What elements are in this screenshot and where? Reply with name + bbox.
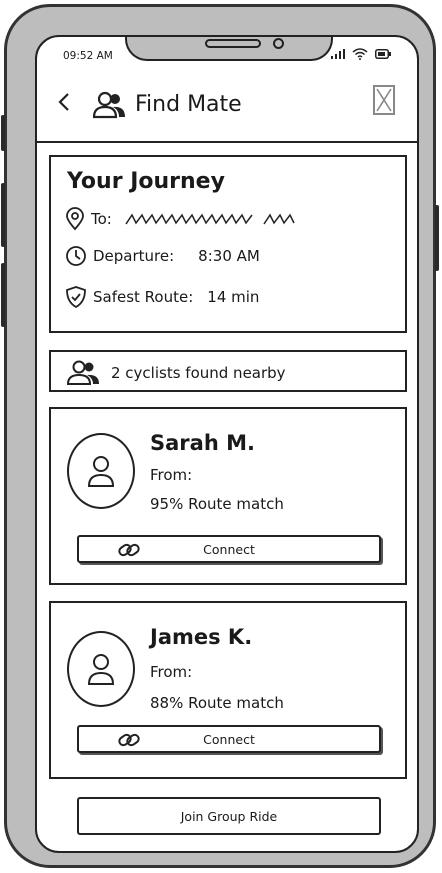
journey-card: Your Journey To: Departure: 8:30 AM Safe… [49, 155, 407, 333]
clock-icon [66, 246, 86, 266]
mute-switch [1, 115, 5, 151]
destination-scribble [125, 213, 295, 225]
wifi-icon [352, 48, 368, 60]
back-icon [58, 93, 69, 111]
destination-label: To: [91, 210, 112, 228]
match-from: From: [150, 663, 193, 681]
volume-down-button [1, 263, 5, 327]
close-icon [376, 88, 392, 112]
route-value: 14 min [207, 288, 260, 306]
departure-value: 8:30 AM [198, 247, 260, 265]
match-name: James K. [150, 625, 253, 649]
people-icon [93, 91, 125, 119]
location-pin-icon [66, 207, 84, 231]
shield-check-icon [66, 286, 86, 309]
person-icon [87, 456, 115, 487]
app-header: Find Mate [37, 71, 417, 143]
camera [273, 38, 284, 49]
speaker [205, 39, 261, 48]
people-icon [67, 360, 99, 385]
connect-button[interactable]: Connect [77, 535, 381, 563]
join-group-ride-label: Join Group Ride [180, 808, 278, 824]
page-title: Find Mate [135, 92, 242, 117]
route-label: Safest Route: [93, 288, 194, 306]
avatar [67, 433, 135, 509]
connect-label: Connect [203, 541, 255, 557]
match-name: Sarah M. [150, 431, 255, 455]
power-button [435, 205, 439, 271]
screen: 09:52 AM Find Mate Your Journey To: Depa… [35, 35, 419, 853]
close-button[interactable] [373, 85, 395, 115]
route-row: Safest Route: 14 min [65, 285, 259, 309]
back-button[interactable] [57, 91, 71, 119]
avatar [67, 631, 135, 707]
signal-icon [331, 49, 345, 59]
connect-button[interactable]: Connect [77, 725, 381, 753]
status-icons [331, 48, 391, 60]
journey-title: Your Journey [67, 169, 225, 194]
departure-label: Departure: [93, 247, 175, 265]
match-card-sarah: Sarah M. From: 95% Route match Connect [49, 407, 407, 585]
notch [125, 37, 333, 61]
volume-up-button [1, 183, 5, 247]
found-banner: 2 cyclists found nearby [49, 350, 407, 392]
status-time: 09:52 AM [63, 50, 113, 62]
link-icon [118, 543, 140, 557]
battery-icon [375, 49, 391, 59]
phone-frame: 09:52 AM Find Mate Your Journey To: Depa… [1, 4, 439, 868]
departure-row: Departure: 8:30 AM [65, 245, 260, 267]
link-icon [118, 733, 140, 747]
match-from: From: [150, 466, 193, 484]
match-percent: 88% Route match [150, 694, 284, 712]
connect-label: Connect [203, 731, 255, 747]
destination-row: To: [65, 207, 296, 231]
person-icon [87, 654, 115, 685]
join-group-ride-button[interactable]: Join Group Ride [77, 797, 381, 835]
found-text: 2 cyclists found nearby [111, 364, 286, 382]
match-card-james: James K. From: 88% Route match Connect [49, 601, 407, 779]
match-percent: 95% Route match [150, 495, 284, 513]
